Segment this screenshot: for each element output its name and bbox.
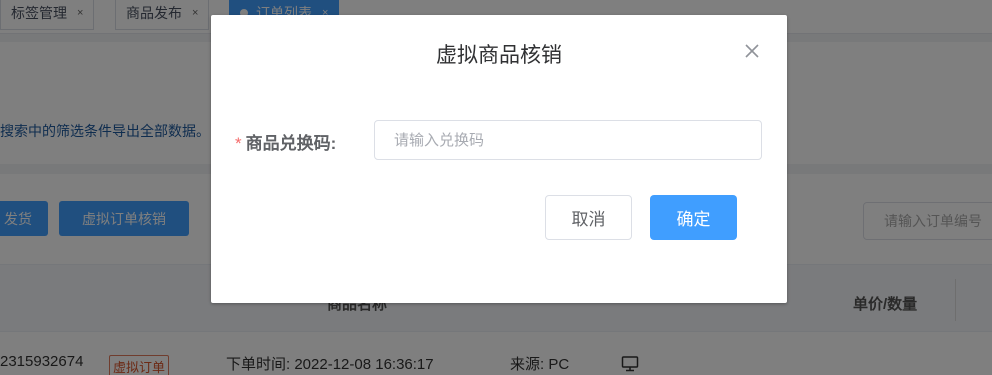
cancel-button[interactable]: 取消 <box>545 195 632 240</box>
dialog-title: 虚拟商品核销 <box>436 44 562 67</box>
required-mark: * <box>235 134 242 153</box>
redeem-code-input[interactable] <box>374 120 762 160</box>
close-icon[interactable] <box>741 40 763 62</box>
redeem-code-label-text: 商品兑换码: <box>245 134 337 153</box>
redeem-code-label: * 商品兑换码: <box>235 129 336 154</box>
confirm-button[interactable]: 确定 <box>650 195 737 240</box>
verify-dialog: 虚拟商品核销 *商品兑换码: 取消 确定 <box>211 15 787 303</box>
